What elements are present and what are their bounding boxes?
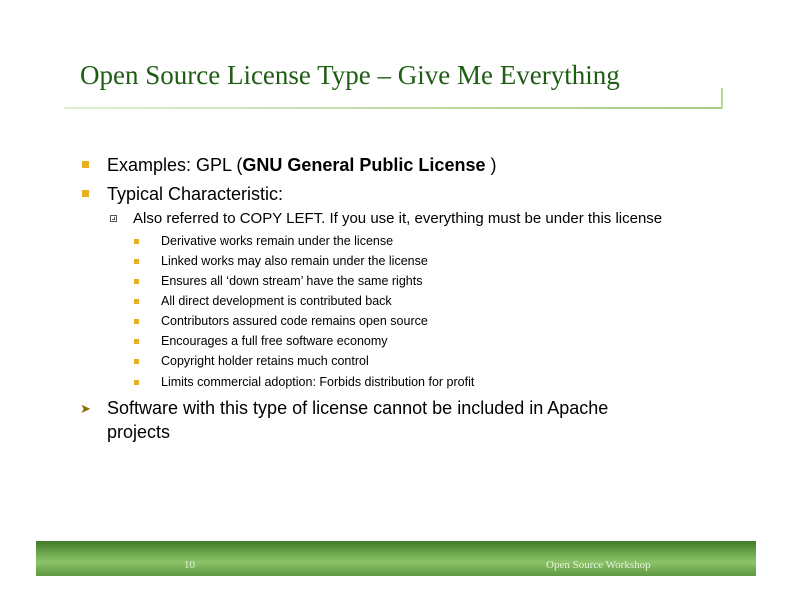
small-square-bullet-icon <box>134 279 139 284</box>
sub-item: Ensures all ‘down stream’ have the same … <box>161 274 423 288</box>
typical-characteristic: Typical Characteristic: <box>107 184 284 204</box>
sub-item: Derivative works remain under the licens… <box>161 234 394 248</box>
sub-item: Linked works may also remain under the l… <box>161 254 428 268</box>
examples-suffix: ) <box>485 155 497 175</box>
small-square-bullet-icon <box>134 259 139 264</box>
conclusion-line-1: Software with this type of license canno… <box>107 398 609 418</box>
small-square-bullet-icon <box>134 319 139 324</box>
conclusion-line-2: projects <box>107 422 171 442</box>
square-bullet-icon <box>82 190 89 197</box>
arrowhead-bullet-icon: ➤ <box>80 401 91 416</box>
small-square-bullet-icon <box>134 339 139 344</box>
small-square-bullet-icon <box>134 239 139 244</box>
square-bullet-icon <box>82 161 89 168</box>
small-square-bullet-icon <box>134 359 139 364</box>
page-number: 10 <box>184 559 195 571</box>
copyleft-line: Also referred to COPY LEFT. If you use i… <box>133 210 663 227</box>
small-square-bullet-icon <box>134 299 139 304</box>
examples-line: Examples: GPL (GNU General Public Licens… <box>107 154 496 176</box>
footer-label: Open Source Workshop <box>546 559 651 571</box>
examples-prefix: Examples: GPL ( <box>107 155 243 175</box>
sub-item: All direct development is contributed ba… <box>161 294 392 308</box>
sub-item: Encourages a full free software economy <box>161 334 388 348</box>
sub-item: Limits commercial adoption: Forbids dist… <box>161 375 475 389</box>
hollow-square-bullet-icon <box>110 215 117 222</box>
small-square-bullet-icon <box>134 380 139 385</box>
sub-item: Contributors assured code remains open s… <box>161 314 428 328</box>
slide-content: Examples: GPL (GNU General Public Licens… <box>0 0 792 540</box>
sub-item: Copyright holder retains much control <box>161 354 369 368</box>
gpl-full-name: GNU General Public License <box>242 155 486 175</box>
